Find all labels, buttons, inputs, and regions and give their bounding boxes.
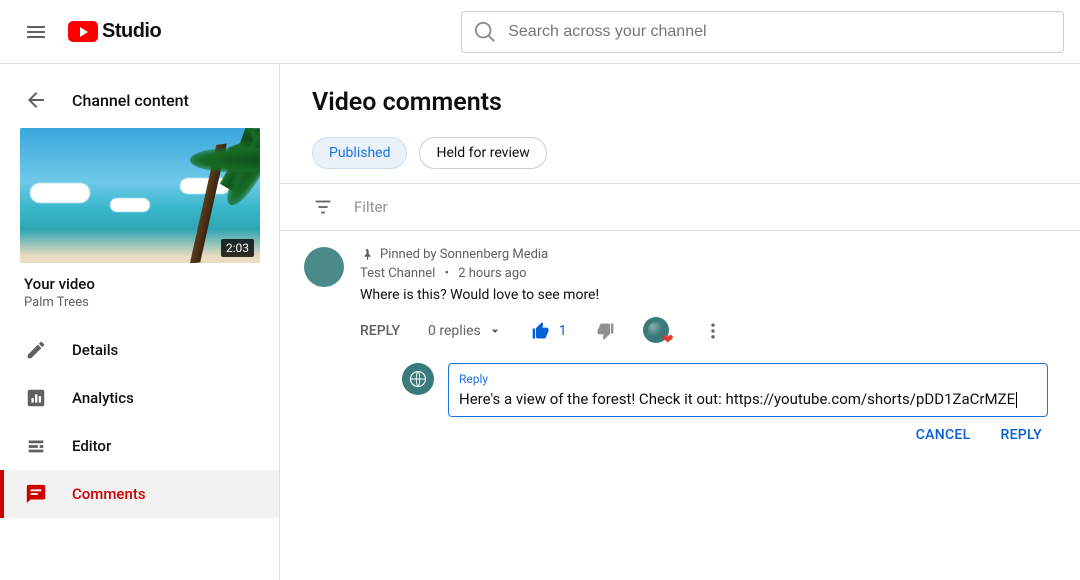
submit-reply-button[interactable]: REPLY bbox=[1000, 427, 1042, 443]
channel-avatar bbox=[402, 363, 434, 395]
analytics-icon bbox=[24, 386, 48, 410]
reply-button[interactable]: REPLY bbox=[360, 323, 400, 339]
nav-label: Editor bbox=[72, 437, 111, 455]
search-box[interactable] bbox=[461, 11, 1064, 53]
kebab-icon bbox=[703, 321, 723, 341]
chevron-down-icon bbox=[487, 323, 503, 339]
logo-text: Studio bbox=[102, 20, 161, 43]
studio-logo[interactable]: Studio bbox=[68, 20, 161, 43]
filter-icon bbox=[312, 196, 334, 218]
pin-icon bbox=[360, 248, 374, 262]
sidebar-item-editor[interactable]: Editor bbox=[0, 422, 279, 470]
menu-button[interactable] bbox=[16, 12, 56, 52]
reply-field-label: Reply bbox=[459, 372, 1037, 386]
hamburger-icon bbox=[24, 20, 48, 44]
filter-bar[interactable]: Filter bbox=[280, 184, 1080, 230]
like-count: 1 bbox=[559, 323, 567, 339]
arrow-left-icon bbox=[24, 88, 48, 112]
pinned-text: Pinned by Sonnenberg Media bbox=[380, 247, 548, 262]
main-content: Video comments Published Held for review… bbox=[280, 64, 1080, 580]
dislike-button[interactable] bbox=[595, 321, 615, 341]
sidebar-item-analytics[interactable]: Analytics bbox=[0, 374, 279, 422]
replies-toggle[interactable]: 0 replies bbox=[428, 323, 503, 339]
nav-label: Details bbox=[72, 341, 118, 359]
comments-icon bbox=[24, 482, 48, 506]
comment-actions: REPLY 0 replies 1 ❤ bbox=[360, 317, 1048, 345]
filter-placeholder: Filter bbox=[354, 198, 388, 216]
your-video-label: Your video bbox=[24, 275, 255, 293]
replies-count: 0 replies bbox=[428, 323, 481, 339]
comment-thread: Pinned by Sonnenberg Media Test Channel … bbox=[280, 231, 1080, 443]
heart-icon: ❤ bbox=[662, 332, 674, 348]
page-title: Video comments bbox=[280, 88, 1080, 137]
creator-heart[interactable]: ❤ bbox=[643, 317, 671, 345]
pinned-badge: Pinned by Sonnenberg Media bbox=[360, 247, 1048, 262]
pencil-icon bbox=[24, 338, 48, 362]
comment-author[interactable]: Test Channel bbox=[360, 266, 435, 281]
app-header: Studio bbox=[0, 0, 1080, 64]
tab-held-for-review[interactable]: Held for review bbox=[419, 137, 546, 169]
video-title: Palm Trees bbox=[24, 295, 255, 310]
reply-compose: Reply Here's a view of the forest! Check… bbox=[402, 363, 1048, 443]
thumbs-up-icon bbox=[531, 321, 551, 341]
reply-text: Here's a view of the forest! Check it ou… bbox=[459, 390, 1037, 408]
comment-meta: Test Channel • 2 hours ago bbox=[360, 266, 1048, 281]
more-options-button[interactable] bbox=[699, 317, 727, 345]
like-button[interactable]: 1 bbox=[531, 321, 567, 341]
reply-input[interactable]: Reply Here's a view of the forest! Check… bbox=[448, 363, 1048, 417]
comment-status-tabs: Published Held for review bbox=[280, 137, 1080, 183]
sidebar-item-details[interactable]: Details bbox=[0, 326, 279, 374]
back-label: Channel content bbox=[72, 91, 189, 110]
globe-icon bbox=[409, 370, 427, 388]
youtube-icon bbox=[68, 21, 98, 42]
cancel-button[interactable]: CANCEL bbox=[916, 427, 971, 443]
search-icon bbox=[474, 21, 496, 43]
video-thumbnail[interactable]: 2:03 bbox=[20, 128, 260, 263]
nav-label: Comments bbox=[72, 485, 146, 503]
tab-published[interactable]: Published bbox=[312, 137, 407, 169]
thumbs-down-icon bbox=[595, 321, 615, 341]
video-duration: 2:03 bbox=[221, 239, 254, 257]
comment-text: Where is this? Would love to see more! bbox=[360, 287, 1048, 303]
commenter-avatar[interactable] bbox=[304, 247, 344, 287]
search-input[interactable] bbox=[508, 23, 1051, 41]
editor-icon bbox=[24, 434, 48, 458]
sidebar-item-comments[interactable]: Comments bbox=[0, 470, 279, 518]
nav-label: Analytics bbox=[72, 389, 134, 407]
back-to-content[interactable]: Channel content bbox=[0, 80, 279, 128]
comment-time: 2 hours ago bbox=[458, 266, 526, 281]
sidebar: Channel content 2:03 Your video Palm Tre… bbox=[0, 64, 280, 580]
